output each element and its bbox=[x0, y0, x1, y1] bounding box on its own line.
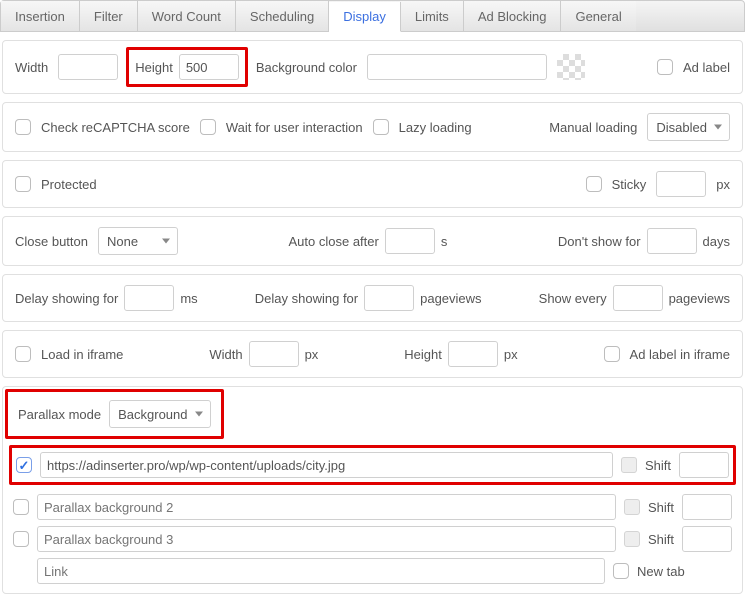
show-every-input[interactable] bbox=[613, 285, 663, 311]
delay-pv-input[interactable] bbox=[364, 285, 414, 311]
recaptcha-checkbox[interactable] bbox=[15, 119, 31, 135]
delay-ms-label: Delay showing for bbox=[15, 291, 118, 306]
parallax-link-input[interactable] bbox=[37, 558, 605, 584]
show-every-label: Show every bbox=[539, 291, 607, 306]
wait-interaction-checkbox[interactable] bbox=[200, 119, 216, 135]
parallax-row-2-shift-label: Shift bbox=[648, 500, 674, 515]
dont-show-input[interactable] bbox=[647, 228, 697, 254]
auto-close-unit: s bbox=[441, 234, 448, 249]
new-tab-label: New tab bbox=[637, 564, 732, 579]
protected-checkbox[interactable] bbox=[15, 176, 31, 192]
iframe-width-unit: px bbox=[305, 347, 319, 362]
dont-show-unit: days bbox=[703, 234, 730, 249]
delay-pv-label: Delay showing for bbox=[255, 291, 358, 306]
iframe-width-label: Width bbox=[209, 347, 242, 362]
ad-label-iframe-checkbox[interactable] bbox=[604, 346, 620, 362]
sticky-label: Sticky bbox=[612, 177, 647, 192]
tab-general[interactable]: General bbox=[561, 1, 635, 31]
parallax-row-2-checkbox[interactable] bbox=[13, 499, 29, 515]
parallax-row-1-checkbox[interactable] bbox=[16, 457, 32, 473]
manual-loading-select[interactable]: Disabled bbox=[647, 113, 730, 141]
load-iframe-checkbox[interactable] bbox=[15, 346, 31, 362]
sticky-unit: px bbox=[716, 177, 730, 192]
ad-label-checkbox[interactable] bbox=[657, 59, 673, 75]
tab-filter[interactable]: Filter bbox=[80, 1, 138, 31]
width-label: Width bbox=[15, 60, 48, 75]
lazy-loading-label: Lazy loading bbox=[399, 120, 472, 135]
tab-ad-blocking[interactable]: Ad Blocking bbox=[464, 1, 562, 31]
tabs: Insertion Filter Word Count Scheduling D… bbox=[0, 0, 745, 32]
parallax-row-3-checkbox[interactable] bbox=[13, 531, 29, 547]
ad-label-text: Ad label bbox=[683, 60, 730, 75]
parallax-mode-select[interactable]: Background bbox=[109, 400, 210, 428]
panel-close: Close button None Auto close after s Don… bbox=[2, 216, 743, 266]
delay-ms-input[interactable] bbox=[124, 285, 174, 311]
auto-close-input[interactable] bbox=[385, 228, 435, 254]
ad-label-iframe-label: Ad label in iframe bbox=[630, 347, 730, 362]
parallax-mode-label: Parallax mode bbox=[18, 407, 101, 422]
height-label: Height bbox=[135, 60, 173, 75]
panel-delays: Delay showing for ms Delay showing for p… bbox=[2, 274, 743, 322]
close-button-label: Close button bbox=[15, 234, 88, 249]
parallax-row-2-input[interactable] bbox=[37, 494, 616, 520]
panel-loading-options: Check reCAPTCHA score Wait for user inte… bbox=[2, 102, 743, 152]
delay-pv-unit: pageviews bbox=[420, 291, 481, 306]
panel-iframe: Load in iframe Width px Height px Ad lab… bbox=[2, 330, 743, 378]
dont-show-label: Don't show for bbox=[558, 234, 641, 249]
wait-interaction-label: Wait for user interaction bbox=[226, 120, 363, 135]
sticky-checkbox[interactable] bbox=[586, 176, 602, 192]
sticky-input[interactable] bbox=[656, 171, 706, 197]
delay-ms-unit: ms bbox=[180, 291, 197, 306]
parallax-row-2: Shift bbox=[3, 491, 742, 523]
parallax-row-1-shift-label: Shift bbox=[645, 458, 671, 473]
height-highlight: Height bbox=[126, 47, 248, 87]
show-every-unit: pageviews bbox=[669, 291, 730, 306]
protected-label: Protected bbox=[41, 177, 97, 192]
iframe-height-input[interactable] bbox=[448, 341, 498, 367]
recaptcha-label: Check reCAPTCHA score bbox=[41, 120, 190, 135]
new-tab-checkbox[interactable] bbox=[613, 563, 629, 579]
load-iframe-label: Load in iframe bbox=[41, 347, 123, 362]
parallax-row-1-input[interactable] bbox=[40, 452, 613, 478]
parallax-link-row: New tab bbox=[3, 555, 742, 587]
tab-insertion[interactable]: Insertion bbox=[1, 1, 80, 31]
close-button-select[interactable]: None bbox=[98, 227, 178, 255]
parallax-row-3-shift-label: Shift bbox=[648, 532, 674, 547]
tab-scheduling[interactable]: Scheduling bbox=[236, 1, 329, 31]
parallax-row-3-input[interactable] bbox=[37, 526, 616, 552]
panel-dimensions: Width Height Background color Ad label bbox=[2, 40, 743, 94]
iframe-height-label: Height bbox=[404, 347, 442, 362]
width-input[interactable] bbox=[58, 54, 118, 80]
panel-protected-sticky: Protected Sticky px bbox=[2, 160, 743, 208]
panel-parallax: Parallax mode Background Shift Shift Shi… bbox=[2, 386, 743, 594]
iframe-height-unit: px bbox=[504, 347, 518, 362]
lazy-loading-checkbox[interactable] bbox=[373, 119, 389, 135]
iframe-width-input[interactable] bbox=[249, 341, 299, 367]
parallax-row-1-shift-input[interactable] bbox=[679, 452, 729, 478]
bgcolor-label: Background color bbox=[256, 60, 357, 75]
parallax-row-2-shift-input[interactable] bbox=[682, 494, 732, 520]
transparency-swatch[interactable] bbox=[557, 54, 585, 80]
parallax-row-2-shift-toggle[interactable] bbox=[624, 499, 640, 515]
tab-limits[interactable]: Limits bbox=[401, 1, 464, 31]
tab-display[interactable]: Display bbox=[329, 2, 401, 32]
height-input[interactable] bbox=[179, 54, 239, 80]
parallax-row-3-shift-input[interactable] bbox=[682, 526, 732, 552]
auto-close-label: Auto close after bbox=[289, 234, 379, 249]
parallax-row-1-highlight: Shift bbox=[9, 445, 736, 485]
parallax-row-1-shift-toggle[interactable] bbox=[621, 457, 637, 473]
manual-loading-label: Manual loading bbox=[549, 120, 637, 135]
bgcolor-input[interactable] bbox=[367, 54, 547, 80]
tab-word-count[interactable]: Word Count bbox=[138, 1, 236, 31]
parallax-mode-highlight: Parallax mode Background bbox=[5, 389, 224, 439]
parallax-row-3-shift-toggle[interactable] bbox=[624, 531, 640, 547]
